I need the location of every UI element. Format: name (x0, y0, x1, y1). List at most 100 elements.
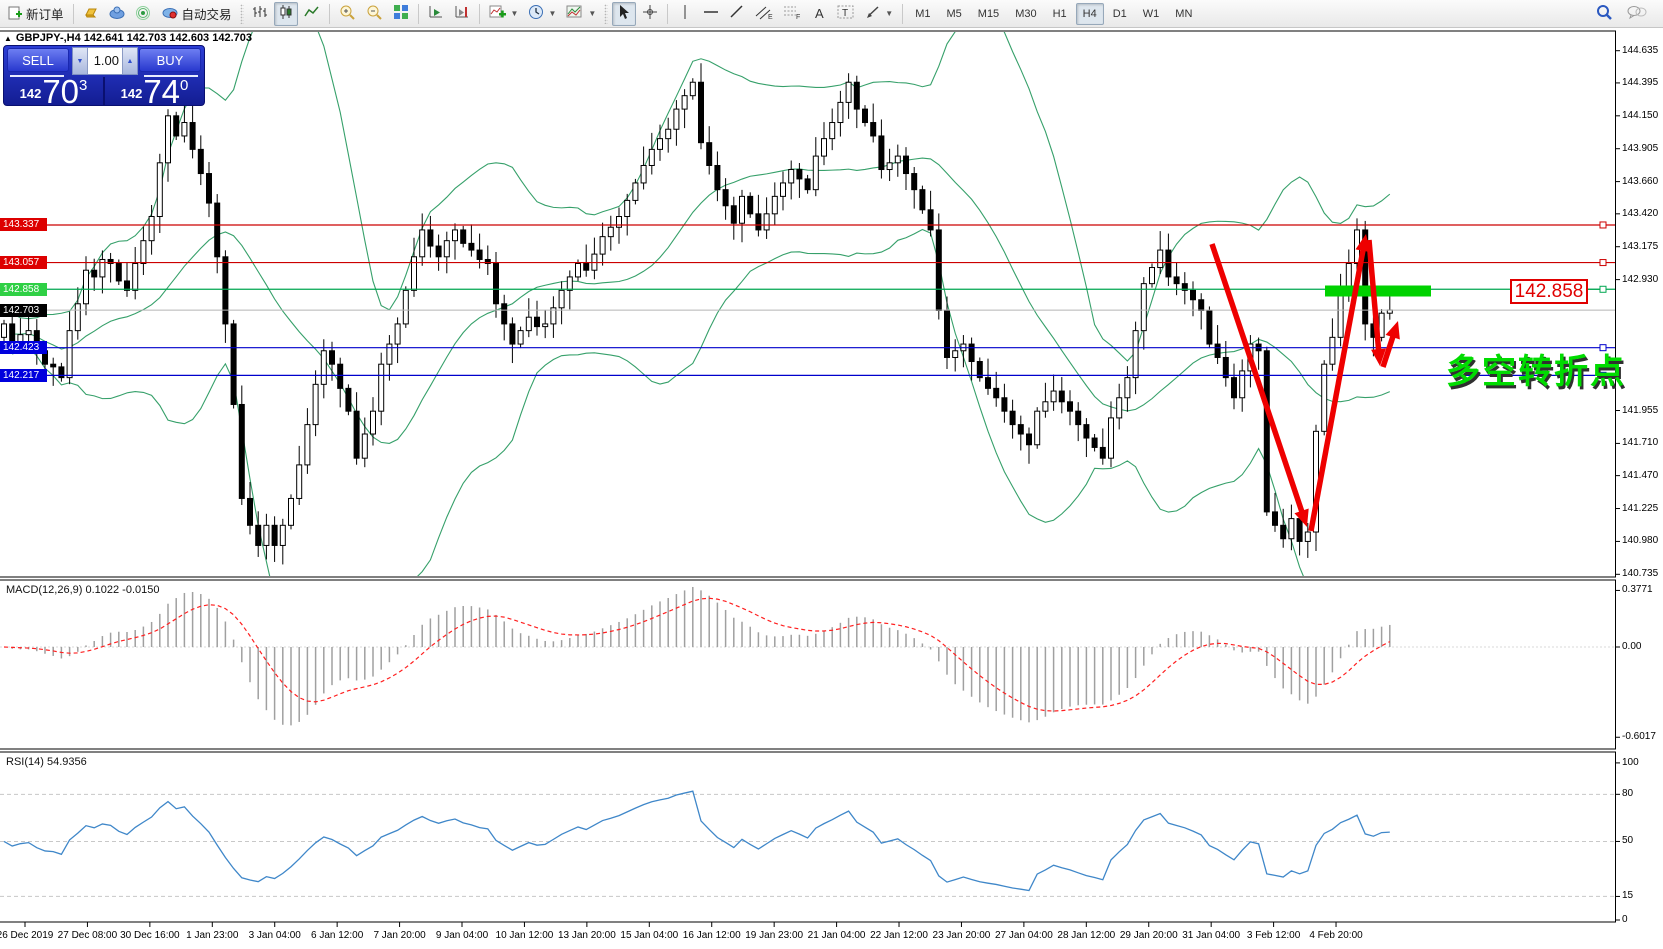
cursor-tool-button[interactable] (612, 2, 636, 26)
timeframe-w1[interactable]: W1 (1136, 3, 1167, 25)
buy-price-sup: 0 (180, 77, 188, 94)
periods-button[interactable]: ▼ (524, 2, 560, 26)
volume-up-spinner[interactable]: ▲ (122, 48, 137, 74)
candle-body (945, 310, 950, 357)
line-handle[interactable] (1, 345, 7, 351)
candle-body (149, 217, 154, 241)
line-chart-button[interactable] (300, 2, 324, 26)
timeframe-m15[interactable]: M15 (971, 3, 1006, 25)
candle-body (1018, 425, 1023, 434)
trendline-tool[interactable] (725, 2, 749, 26)
chat-button[interactable] (1623, 2, 1651, 26)
candle-body (1289, 519, 1294, 539)
candle-body (1068, 402, 1073, 411)
line-handle[interactable] (1, 260, 7, 266)
candle-body (1051, 391, 1056, 402)
line-handle[interactable] (1600, 286, 1606, 292)
candle-body (1100, 447, 1105, 458)
candle-body (535, 317, 540, 326)
community-button[interactable] (105, 2, 130, 26)
timeframe-h4[interactable]: H4 (1076, 3, 1104, 25)
candle-body (928, 210, 933, 230)
bar-chart-button[interactable] (248, 2, 272, 26)
clock-icon (528, 4, 544, 23)
arrows-tool[interactable]: ▼ (861, 2, 897, 26)
candle-chart-icon (278, 4, 294, 23)
dropdown-caret: ▼ (885, 9, 893, 18)
candle-body (26, 331, 31, 335)
autotrade-icon (162, 5, 179, 23)
crosshair-tool-button[interactable] (638, 2, 662, 26)
zoom-out-button[interactable] (362, 2, 387, 26)
search-button[interactable] (1592, 2, 1617, 26)
candle-body (510, 324, 515, 344)
buy-price[interactable]: 142740 (105, 77, 204, 106)
add-indicator-button[interactable]: ▼ (485, 2, 523, 26)
market-button[interactable] (79, 2, 103, 26)
timeframe-m1[interactable]: M1 (908, 3, 937, 25)
line-handle[interactable] (1, 286, 7, 292)
candle-body (838, 102, 843, 122)
line-handle[interactable] (1, 222, 7, 228)
line-handle[interactable] (1600, 260, 1606, 266)
candle-body (444, 241, 449, 257)
fibonacci-tool[interactable]: F (779, 2, 805, 26)
candle-body (379, 364, 384, 411)
timeframe-d1[interactable]: D1 (1106, 3, 1134, 25)
timeframe-h1[interactable]: H1 (1046, 3, 1074, 25)
trendline-icon (729, 4, 745, 23)
timeframe-m30[interactable]: M30 (1008, 3, 1043, 25)
fibonacci-icon: F (783, 4, 801, 23)
timeframe-mn[interactable]: MN (1168, 3, 1199, 25)
candle-body (92, 270, 97, 277)
sell-price[interactable]: 142703 (4, 77, 103, 106)
signals-button[interactable] (132, 2, 156, 26)
candle-body (920, 190, 925, 210)
candle-body (904, 156, 909, 173)
timeframe-m5[interactable]: M5 (940, 3, 969, 25)
candle-body (986, 378, 991, 389)
candle-body (256, 525, 261, 545)
buy-button[interactable]: BUY (139, 48, 201, 72)
candle-body (649, 149, 654, 165)
volume-down-spinner[interactable]: ▼ (73, 48, 88, 74)
turning-point-text[interactable]: 多空转折点 (1446, 344, 1626, 393)
candle-body (1338, 290, 1343, 337)
line-handle[interactable] (1600, 222, 1606, 228)
candle-body (190, 123, 195, 150)
zoom-in-button[interactable] (335, 2, 360, 26)
vertical-line-tool[interactable] (673, 2, 697, 26)
candle-body (207, 174, 212, 204)
symbol-header[interactable]: ▲GBPJPY-,H4 142.641 142.703 142.603 142.… (4, 32, 252, 44)
text-label-tool[interactable]: T (833, 2, 859, 26)
candle-body (1281, 525, 1286, 538)
collapse-triangle-icon[interactable]: ▲ (4, 34, 12, 43)
candle-body (264, 525, 269, 545)
mt4-window: 新订单 自动交易 ▼ ▼ ▼ E F A T ▼ (0, 0, 1663, 949)
new-order-icon (8, 5, 23, 23)
candle-body (863, 109, 868, 122)
tile-windows-button[interactable] (389, 2, 413, 26)
text-tool[interactable]: A (807, 2, 831, 26)
candle-chart-button[interactable] (274, 2, 298, 26)
chart-shift-button[interactable] (450, 2, 474, 26)
candle-body (330, 351, 335, 364)
chart-canvas[interactable] (0, 0, 1663, 949)
channel-tool[interactable]: E (751, 2, 777, 26)
candle-body (354, 411, 359, 458)
candle-body (174, 116, 179, 136)
volume-input[interactable]: 1.00 (88, 48, 122, 74)
auto-scroll-button[interactable] (424, 2, 448, 26)
sell-button[interactable]: SELL (7, 48, 69, 72)
new-order-button[interactable]: 新订单 (4, 2, 68, 26)
svg-text:F: F (796, 14, 800, 20)
candle-body (469, 243, 474, 250)
candle-body (854, 82, 859, 109)
candle-body (748, 196, 753, 213)
autotrading-button[interactable]: 自动交易 (158, 2, 236, 26)
horizontal-line-tool[interactable] (699, 2, 723, 26)
templates-button[interactable]: ▼ (562, 2, 600, 26)
price-callout-box[interactable]: 142.858 (1510, 279, 1588, 304)
auto-scroll-icon (428, 4, 444, 23)
line-handle[interactable] (1, 372, 7, 378)
